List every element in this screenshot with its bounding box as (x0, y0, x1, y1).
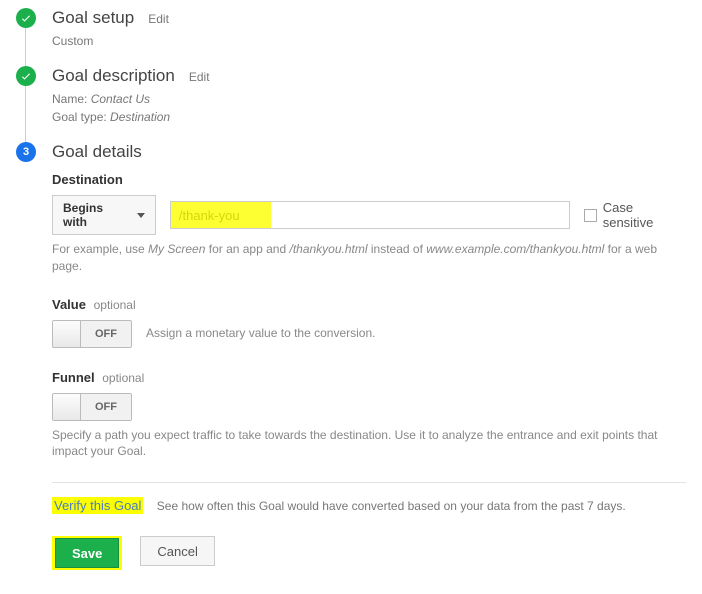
name-value: Contact Us (91, 92, 150, 106)
step-goal-setup: Goal setup Edit Custom (16, 8, 686, 66)
type-label: Goal type: (52, 110, 107, 124)
step-title: Goal setup (52, 8, 134, 28)
destination-section: Destination Begins with Case sensitive (52, 172, 686, 275)
cancel-button[interactable]: Cancel (140, 536, 214, 566)
edit-link[interactable]: Edit (148, 12, 169, 26)
save-button[interactable]: Save (55, 538, 119, 568)
step-subtext: Custom (52, 32, 686, 50)
checkmark-icon (16, 8, 36, 28)
verify-row: Verify this Goal See how often this Goal… (52, 497, 686, 514)
toggle-label: OFF (81, 394, 131, 420)
verify-hint: See how often this Goal would have conve… (157, 499, 626, 513)
match-type-label: Begins with (63, 201, 129, 229)
destination-heading: Destination (52, 172, 686, 187)
case-sensitive-label: Case sensitive (603, 200, 686, 230)
value-section: Value optional OFF Assign a monetary val… (52, 297, 686, 348)
value-heading: Value optional (52, 297, 686, 312)
step-goal-details: 3 Goal details Destination Begins with (16, 142, 686, 586)
annotation-highlight: Begins with (52, 195, 156, 235)
step-number-badge: 3 (16, 142, 36, 162)
annotation-highlight: Save (52, 536, 122, 570)
step-subtext: Name: Contact Us Goal type: Destination (52, 90, 686, 126)
toggle-knob (53, 394, 81, 420)
funnel-section: Funnel optional OFF Specify a path you e… (52, 370, 686, 461)
verify-goal-link[interactable]: Verify this Goal (54, 498, 141, 513)
step-title: Goal details (52, 142, 142, 162)
toggle-label: OFF (81, 321, 131, 347)
toggle-knob (53, 321, 81, 347)
annotation-highlight: Save (52, 536, 122, 570)
funnel-heading: Funnel optional (52, 370, 686, 385)
case-sensitive-row: Case sensitive (584, 200, 686, 230)
destination-input[interactable] (170, 201, 570, 229)
step-goal-description: Goal description Edit Name: Contact Us G… (16, 66, 686, 142)
funnel-toggle[interactable]: OFF (52, 393, 132, 421)
name-label: Name: (52, 92, 87, 106)
chevron-down-icon (137, 213, 145, 218)
destination-hint: For example, use My Screen for an app an… (52, 241, 686, 275)
annotation-highlight: Verify this Goal (52, 497, 143, 514)
edit-link[interactable]: Edit (189, 70, 210, 84)
button-row: Save Cancel (52, 536, 686, 570)
checkmark-icon (16, 66, 36, 86)
match-type-dropdown[interactable]: Begins with (52, 195, 156, 235)
type-value: Destination (110, 110, 170, 124)
funnel-hint: Specify a path you expect traffic to tak… (52, 427, 686, 461)
step-title: Goal description (52, 66, 175, 86)
value-hint: Assign a monetary value to the conversio… (146, 325, 375, 342)
divider (52, 482, 686, 483)
case-sensitive-checkbox[interactable] (584, 209, 597, 222)
value-toggle[interactable]: OFF (52, 320, 132, 348)
